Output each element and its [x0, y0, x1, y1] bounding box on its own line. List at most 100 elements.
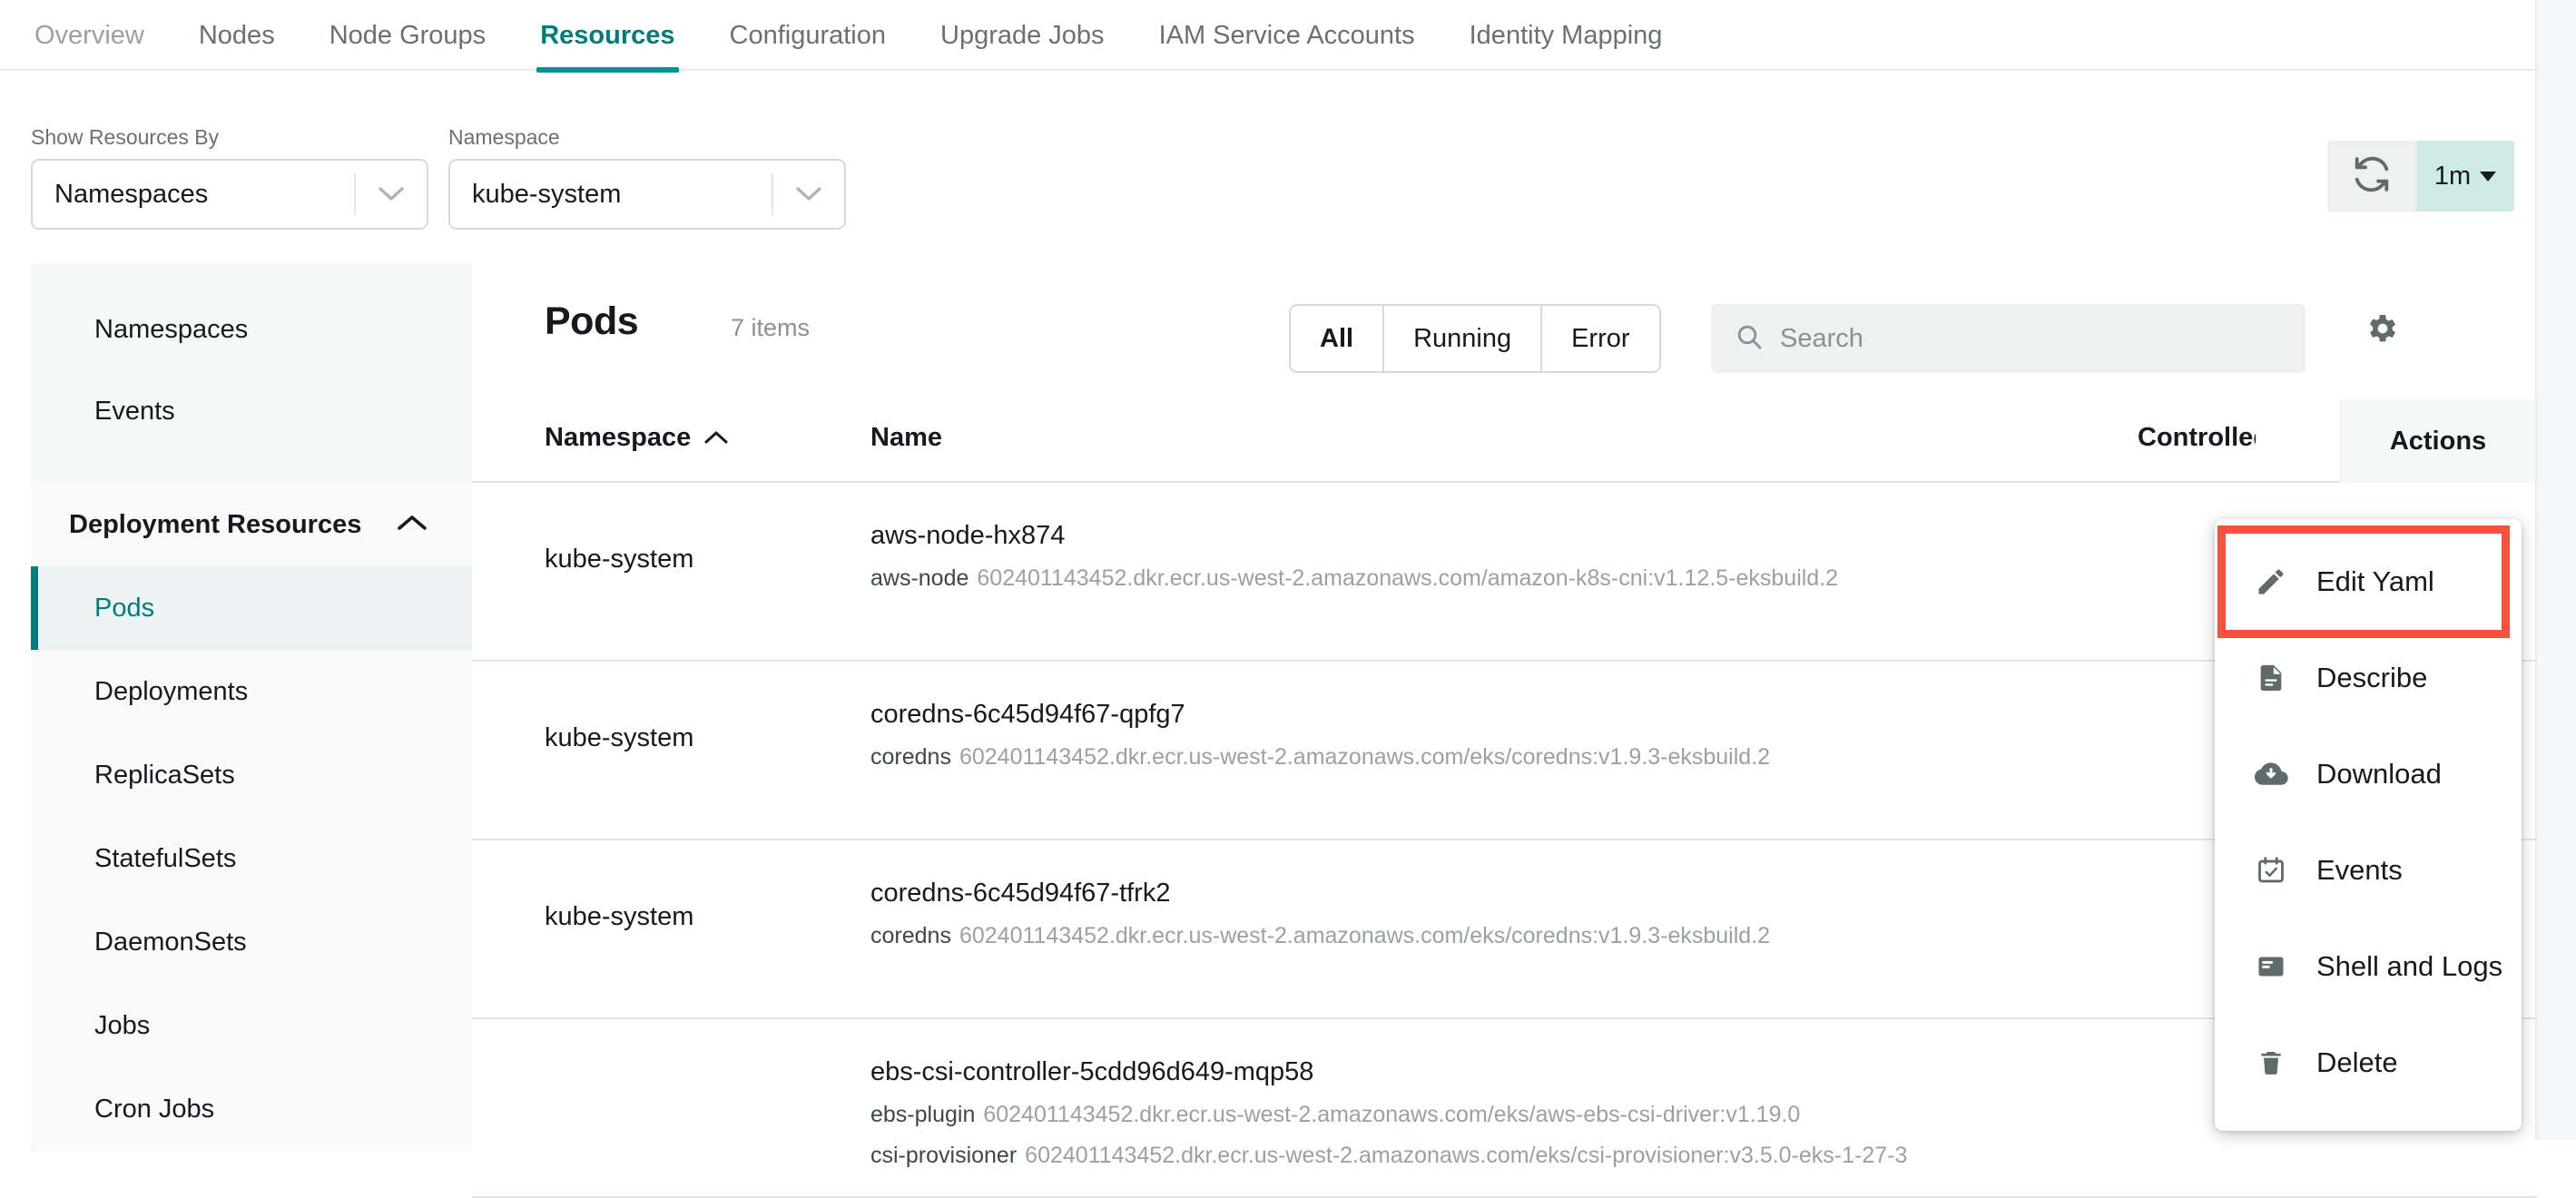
table-settings-button[interactable] — [2365, 310, 2401, 351]
row-actions-menu: Edit Yaml Describe Download Events Shell… — [2215, 519, 2522, 1131]
sidebar-item-daemonsets[interactable]: DaemonSets — [31, 900, 472, 984]
filter-all-button[interactable]: All — [1291, 306, 1385, 371]
tab-node-groups[interactable]: Node Groups — [326, 0, 490, 71]
row-container-line: ebs-plugin 602401143452.dkr.ecr.us-west-2… — [870, 1102, 1907, 1128]
row-namespace: kube-system — [545, 902, 694, 931]
status-filter-segmented-control: All Running Error — [1289, 304, 1661, 373]
sidebar-item-statefulsets[interactable]: StatefulSets — [31, 817, 472, 900]
sidebar-cluster-resources-group: Namespaces Events — [31, 263, 472, 483]
row-name-cell: coredns-6c45d94f67-qpfg7 coredns 60240114… — [870, 700, 1770, 771]
tab-nodes[interactable]: Nodes — [195, 0, 279, 71]
row-pod-name[interactable]: coredns-6c45d94f67-tfrk2 — [870, 879, 1770, 908]
page-title: Pods — [545, 300, 639, 343]
search-input[interactable]: Search — [1711, 304, 2306, 373]
container-name: ebs-plugin — [870, 1102, 976, 1127]
tab-identity-mapping[interactable]: Identity Mapping — [1466, 0, 1667, 71]
row-pod-name[interactable]: coredns-6c45d94f67-qpfg7 — [870, 700, 1770, 730]
document-icon — [2253, 663, 2289, 693]
resources-sidebar: Namespaces Events Deployment Resources P… — [31, 263, 472, 1151]
sidebar-item-statefulsets-label: StatefulSets — [94, 843, 237, 873]
menu-item-describe[interactable]: Describe — [2215, 630, 2522, 726]
row-pod-name[interactable]: ebs-csi-controller-5cdd96d649-mqp58 — [870, 1057, 1907, 1087]
container-name: csi-provisioner — [870, 1143, 1018, 1168]
namespace-select[interactable]: kube-system — [448, 159, 846, 230]
tab-node-groups-label: Node Groups — [329, 20, 487, 50]
chevron-down-icon — [2480, 171, 2497, 182]
row-name-cell: ebs-csi-controller-5cdd96d649-mqp58 ebs-… — [870, 1057, 1907, 1169]
namespace-field: Namespace kube-system — [448, 125, 846, 230]
sidebar-item-deployments[interactable]: Deployments — [31, 650, 472, 733]
namespace-label: Namespace — [448, 125, 560, 149]
menu-item-download[interactable]: Download — [2215, 726, 2522, 822]
menu-item-edit-yaml[interactable]: Edit Yaml — [2217, 525, 2510, 638]
sidebar-item-cron-jobs[interactable]: Cron Jobs — [31, 1067, 472, 1151]
tab-overview-label: Overview — [34, 20, 144, 50]
refresh-control-group: 1m — [2327, 141, 2514, 211]
trash-icon — [2253, 1047, 2289, 1078]
row-container-line: csi-provisioner 602401143452.dkr.ecr.us-w… — [870, 1143, 1907, 1169]
menu-item-delete[interactable]: Delete — [2215, 1015, 2522, 1111]
tab-resources[interactable]: Resources — [536, 0, 679, 73]
refresh-interval-dropdown[interactable]: 1m — [2416, 141, 2514, 211]
chevron-up-icon — [396, 510, 428, 540]
sidebar-item-namespaces[interactable]: Namespaces — [31, 289, 472, 370]
menu-item-download-label: Download — [2316, 758, 2442, 790]
tab-configuration[interactable]: Configuration — [726, 0, 890, 71]
tab-upgrade-jobs-label: Upgrade Jobs — [940, 20, 1105, 50]
show-resources-by-value: Namespaces — [54, 179, 209, 209]
container-image: 602401143452.dkr.ecr.us-west-2.amazonaws… — [959, 744, 1771, 770]
sidebar-item-cron-jobs-label: Cron Jobs — [94, 1094, 215, 1124]
pods-table-header: Namespace Name Controlled Actions — [472, 399, 2537, 483]
column-header-namespace-label: Namespace — [545, 423, 692, 452]
row-namespace: kube-system — [545, 723, 694, 752]
sidebar-item-jobs[interactable]: Jobs — [31, 984, 472, 1067]
chevron-down-icon — [356, 185, 427, 203]
sidebar-item-daemonsets-label: DaemonSets — [94, 927, 247, 957]
sidebar-item-pods-label: Pods — [94, 593, 155, 623]
tab-upgrade-jobs[interactable]: Upgrade Jobs — [937, 0, 1108, 71]
menu-item-events[interactable]: Events — [2215, 822, 2522, 918]
pods-panel-header: Pods 7 items All Running Error Search — [472, 263, 2537, 399]
column-header-namespace[interactable]: Namespace — [545, 423, 729, 453]
tab-overview[interactable]: Overview — [31, 0, 148, 71]
sidebar-item-events-label: Events — [94, 396, 175, 426]
sidebar-item-deployments-label: Deployments — [94, 676, 249, 706]
cloud-download-icon — [2253, 757, 2289, 791]
row-container-line: coredns 602401143452.dkr.ecr.us-west-2.am… — [870, 744, 1770, 771]
tab-iam-service-accounts[interactable]: IAM Service Accounts — [1155, 0, 1419, 71]
container-name: coredns — [870, 744, 951, 770]
row-container-line: aws-node 602401143452.dkr.ecr.us-west-2.a… — [870, 565, 1838, 592]
filter-running-button[interactable]: Running — [1384, 306, 1543, 371]
gear-icon — [2365, 315, 2401, 350]
sidebar-item-replicasets-label: ReplicaSets — [94, 760, 235, 790]
sidebar-item-events[interactable]: Events — [31, 370, 472, 452]
search-placeholder: Search — [1780, 323, 1863, 353]
terminal-icon — [2253, 950, 2289, 983]
column-header-actions: Actions — [2339, 399, 2537, 483]
show-resources-by-label: Show Resources By — [31, 125, 220, 149]
column-header-controlled[interactable]: Controlled — [2138, 423, 2256, 453]
container-image: 602401143452.dkr.ecr.us-west-2.amazonaws… — [959, 923, 1771, 948]
tab-configuration-label: Configuration — [729, 20, 887, 50]
sidebar-item-jobs-label: Jobs — [94, 1010, 151, 1040]
row-pod-name[interactable]: aws-node-hx874 — [870, 521, 1838, 551]
container-name: coredns — [870, 923, 951, 948]
menu-item-shell-and-logs[interactable]: Shell and Logs — [2215, 918, 2522, 1015]
sidebar-group-deployment-resources[interactable]: Deployment Resources — [31, 483, 472, 566]
filter-error-button[interactable]: Error — [1542, 306, 1658, 371]
sidebar-item-pods[interactable]: Pods — [31, 566, 472, 650]
container-name: aws-node — [870, 565, 969, 591]
tab-nodes-label: Nodes — [198, 20, 275, 50]
column-header-name[interactable]: Name — [870, 423, 942, 453]
namespace-value: kube-system — [472, 179, 622, 209]
refresh-interval-value: 1m — [2433, 161, 2472, 191]
show-resources-by-select[interactable]: Namespaces — [31, 159, 428, 230]
page-scrollbar-track[interactable] — [2537, 0, 2576, 1140]
row-name-cell: aws-node-hx874 aws-node 602401143452.dkr.… — [870, 521, 1838, 592]
tab-list: Overview Nodes Node Groups Resources Con… — [0, 0, 2537, 73]
refresh-button[interactable] — [2327, 141, 2416, 211]
filter-error-label: Error — [1571, 323, 1630, 353]
sidebar-item-replicasets[interactable]: ReplicaSets — [31, 733, 472, 817]
filter-all-label: All — [1320, 323, 1354, 353]
tab-identity-mapping-label: Identity Mapping — [1469, 20, 1663, 50]
